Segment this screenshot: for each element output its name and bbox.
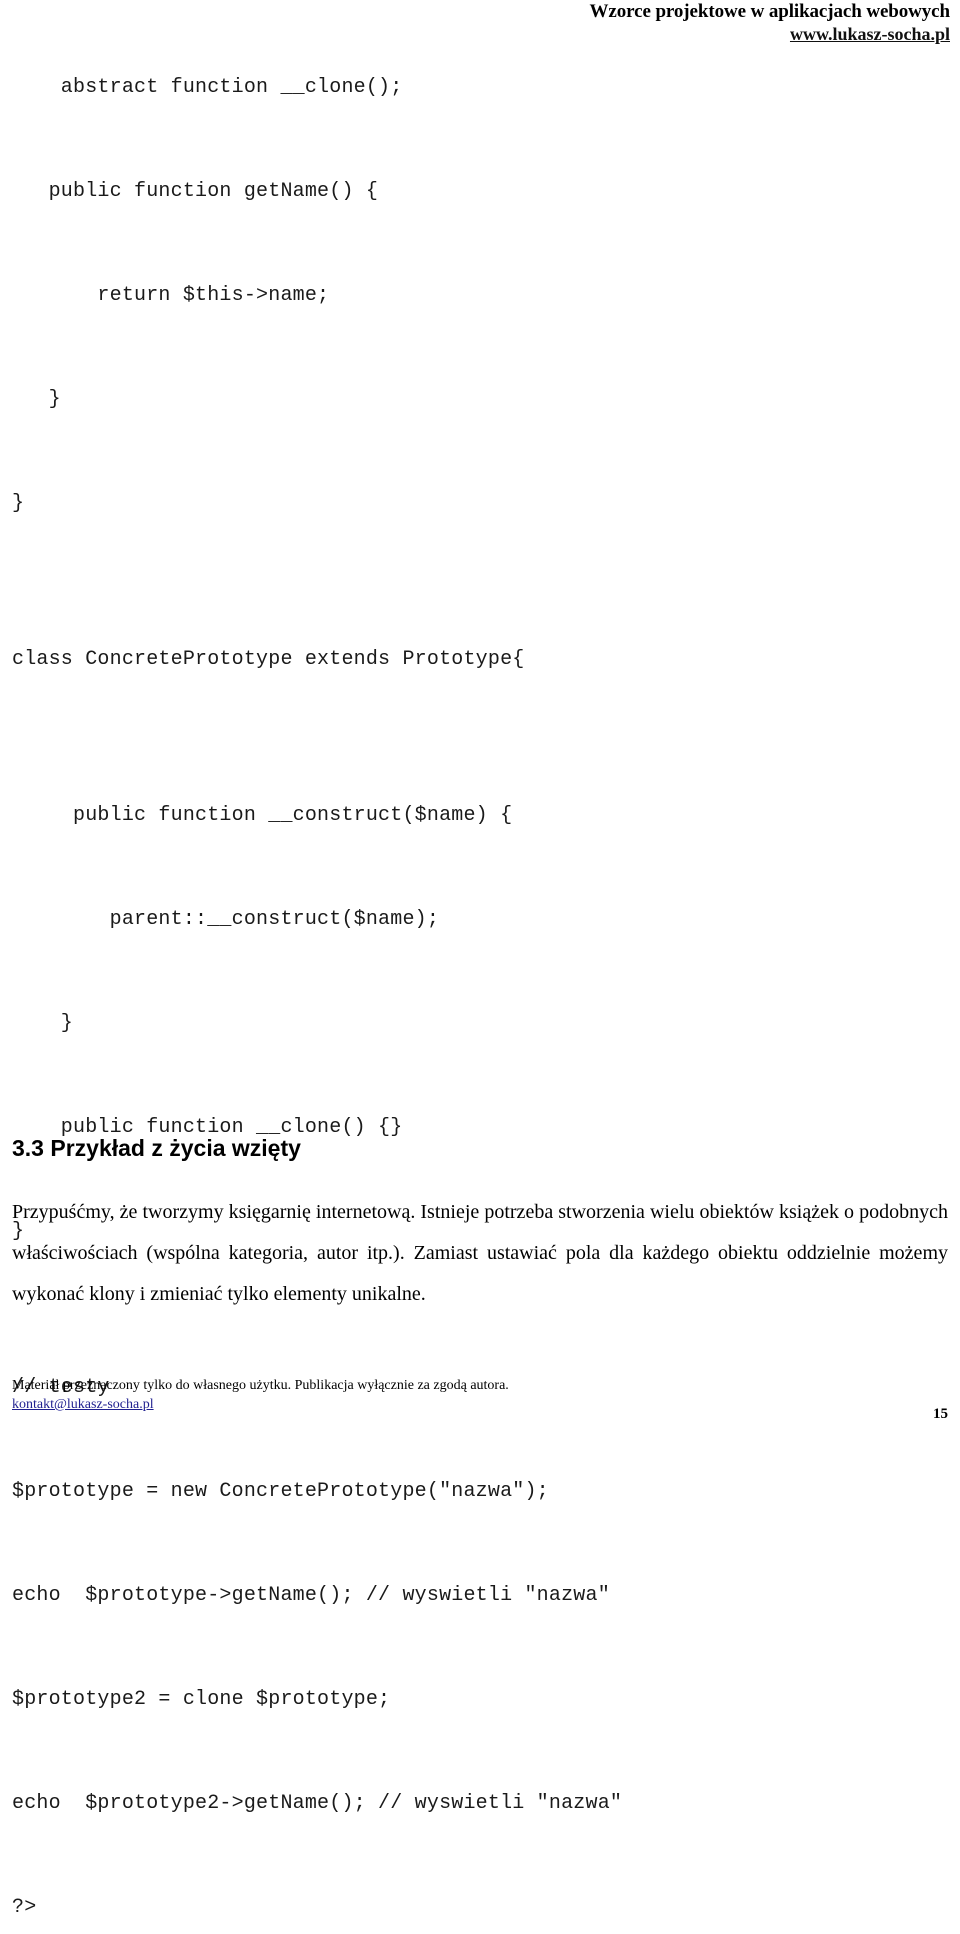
code-line: } — [12, 492, 25, 515]
code-line: parent::__construct($name); — [12, 908, 440, 931]
page-header: Wzorce projektowe w aplikacjach webowych… — [0, 0, 960, 45]
copyright-notice: Materiał przeznaczony tylko do własnego … — [12, 1378, 509, 1393]
code-line: public function __construct($name) { — [12, 804, 513, 827]
section-paragraph: Przypuśćmy, że tworzymy księgarnię inter… — [12, 1201, 948, 1305]
code-line: abstract function __clone(); — [12, 76, 403, 99]
code-line: $prototype2 = clone $prototype; — [12, 1688, 391, 1711]
document-title: Wzorce projektowe w aplikacjach webowych — [589, 1, 951, 22]
code-line: $prototype = new ConcretePrototype("nazw… — [12, 1480, 549, 1503]
code-line: return $this->name; — [12, 284, 330, 307]
page-footer: Materiał przeznaczony tylko do własnego … — [12, 1377, 948, 1414]
section-heading: 3.3 Przykład z życia wzięty — [12, 1135, 301, 1161]
code-line: echo $prototype->getName(); // wyswietli… — [12, 1584, 610, 1607]
page-number: 15 — [933, 1406, 948, 1422]
code-line: class ConcretePrototype extends Prototyp… — [12, 648, 525, 671]
code-line: ?> — [12, 1896, 37, 1919]
code-line: } — [12, 1012, 74, 1035]
php-code-listing: abstract function __clone(); public func… — [0, 62, 960, 1934]
code-line: echo $prototype2->getName(); // wyswietl… — [12, 1792, 623, 1815]
author-website-link[interactable]: www.lukasz-socha.pl — [0, 23, 950, 45]
code-line: public function getName() { — [12, 180, 379, 203]
code-line: } — [12, 388, 61, 411]
contact-email-link[interactable]: kontakt@lukasz-socha.pl — [12, 1395, 154, 1414]
